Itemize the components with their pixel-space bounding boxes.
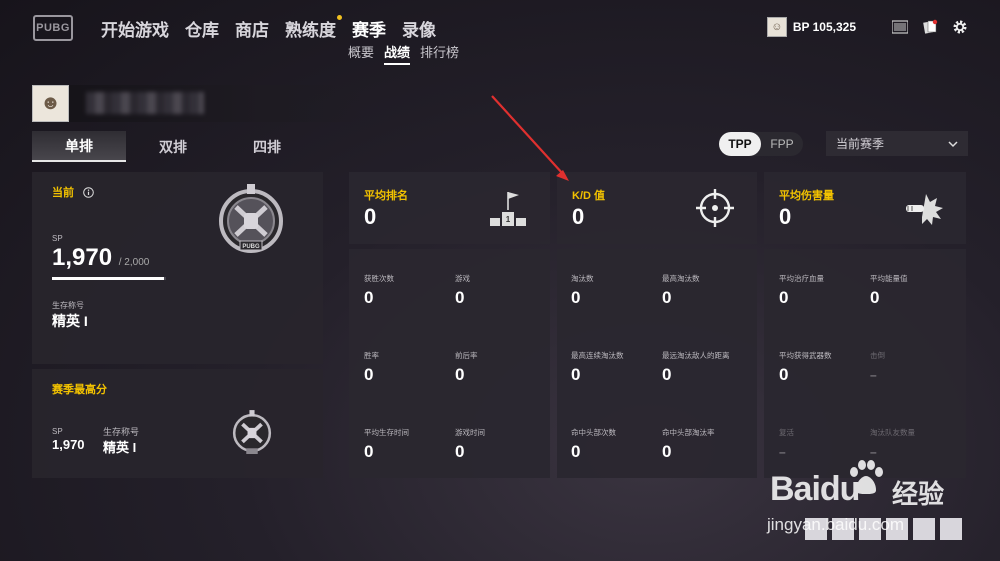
watermark-brand-cn: 经验 [892,479,945,509]
paw-logo-icon [850,460,883,494]
baidu-watermark: Baidu 经验 jingyan.baidu.com [767,460,980,540]
watermark-url: jingyan.baidu.com [767,515,905,534]
